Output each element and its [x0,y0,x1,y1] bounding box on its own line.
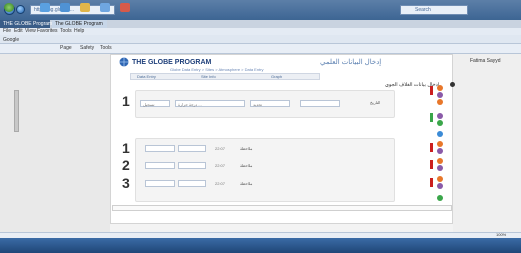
menu-favorites[interactable]: Favorites [37,28,58,34]
command-bar: Page Safety Tools [0,44,521,54]
command-safety[interactable]: Safety [80,45,94,51]
favorite-google[interactable]: Google [3,37,19,43]
brand-title: THE GLOBE PROGRAM [132,59,212,66]
subtab-data-entry[interactable]: Data Entry [137,74,156,79]
scrollbar-thumb[interactable] [14,90,19,132]
pin-icon [450,82,455,87]
command-page[interactable]: Page [60,45,72,51]
subtab-site-info[interactable]: Site Info [201,74,216,79]
globe-logo-icon [119,57,129,67]
field-b[interactable]: درجة حرارة ... [175,100,245,107]
menu-file[interactable]: File [3,28,11,34]
taskbar [0,238,521,253]
tab-globe-2[interactable]: The GLOBE Program [52,20,107,28]
taskbar-folder-icon[interactable] [80,3,90,12]
record-field[interactable] [178,180,206,187]
orange-gem-icon[interactable] [437,141,443,147]
taskbar-app-icon[interactable] [60,3,70,12]
purple-gem-icon[interactable] [437,148,443,154]
green-gem-icon[interactable] [437,195,443,201]
record-field[interactable] [178,162,206,169]
record-time: 22:07 [215,163,226,168]
menu-bar: File Edit View Favorites Tools Help [0,28,521,35]
menu-help[interactable]: Help [74,28,84,34]
page-footer [112,205,452,211]
menu-edit[interactable]: Edit [14,28,23,34]
purple-gem-icon[interactable] [437,92,443,98]
marker-green-icon [430,113,433,122]
favorites-bar: Google [0,35,521,44]
record-field[interactable] [145,162,175,169]
field-d[interactable] [300,100,340,107]
taskbar-app-icon[interactable] [40,3,50,12]
record-label: ملاحظة [240,181,253,186]
user-name-label: Fatima Sayyd [470,58,501,64]
field-c[interactable]: تحديد [250,100,290,107]
search-placeholder: Search [415,7,431,13]
forward-icon[interactable] [16,5,25,14]
record-label: ملاحظة [240,146,253,151]
record-time: 22:07 [215,146,226,151]
purple-gem-icon[interactable] [437,183,443,189]
marker-red-icon [430,143,433,152]
record-number: 2 [122,157,130,173]
record-label: ملاحظة [240,163,253,168]
search-box[interactable]: Search [400,5,468,15]
menu-tools[interactable]: Tools [60,28,72,34]
breadcrumb: Globe Data Entry > Sites > Atmosphere > … [170,67,264,72]
green-gem-icon[interactable] [437,120,443,126]
orange-gem-icon[interactable] [437,99,443,105]
taskbar-app-icon[interactable] [120,3,130,12]
marker-red-icon [430,86,433,95]
page-title: إدخال البيانات العلمي [320,59,382,66]
orange-gem-icon[interactable] [437,158,443,164]
purple-gem-icon[interactable] [437,165,443,171]
record-field[interactable] [145,180,175,187]
taskbar-browser-icon[interactable] [100,3,110,12]
subtab-graph[interactable]: Graph [271,74,282,79]
sub-tabs: Data Entry Site Info Graph [130,73,320,80]
marker-red-icon [430,178,433,187]
orange-gem-icon[interactable] [437,85,443,91]
field-a[interactable]: تسجيل [140,100,170,107]
left-pane [0,54,110,232]
start-button-icon[interactable] [4,3,14,12]
zoom-level[interactable]: 100% [496,232,506,237]
record-number: 3 [122,175,130,191]
marker-red-icon [430,160,433,169]
record-field[interactable] [145,145,175,152]
purple-gem-icon[interactable] [437,113,443,119]
command-tools[interactable]: Tools [100,45,112,51]
menu-view[interactable]: View [25,28,36,34]
record-time: 22:07 [215,181,226,186]
record-number: 1 [122,140,130,156]
tab-globe-1[interactable]: THE GLOBE Program ... [0,20,58,28]
right-pane [453,54,521,232]
row-number: 1 [122,93,130,109]
row-label: التاريخ [370,100,381,105]
blue-gem-icon[interactable] [437,131,443,137]
orange-gem-icon[interactable] [437,176,443,182]
record-field[interactable] [178,145,206,152]
